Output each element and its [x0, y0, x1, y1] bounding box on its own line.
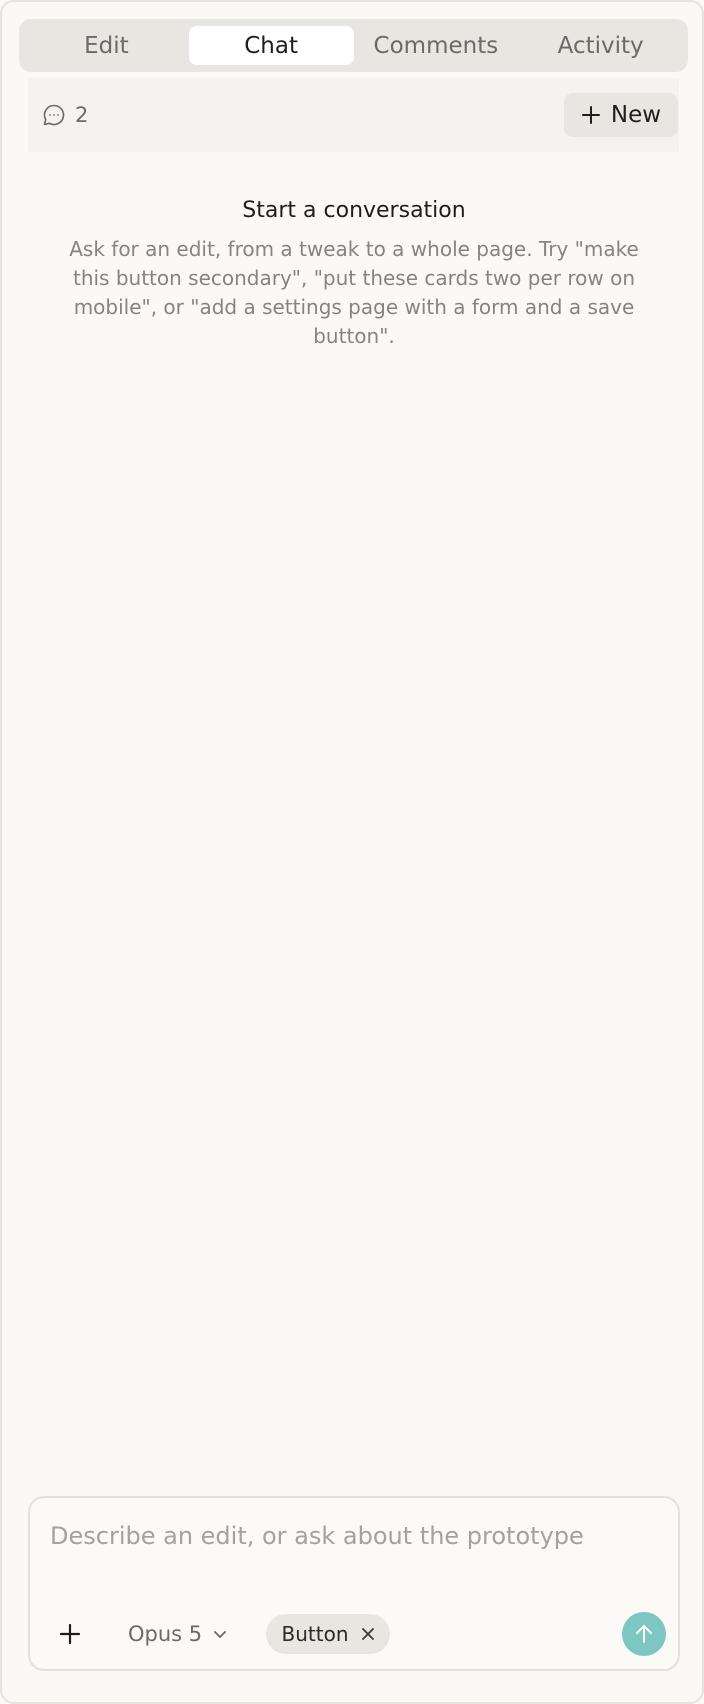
tab-edit[interactable]: Edit: [24, 26, 189, 65]
tab-activity[interactable]: Activity: [518, 26, 683, 65]
empty-state-title: Start a conversation: [242, 198, 466, 223]
conversation-header: 2 New: [28, 78, 679, 152]
new-button-label: New: [610, 102, 662, 128]
composer-toolbar: Opus 5 Button: [30, 1612, 678, 1656]
attach-button[interactable]: [52, 1616, 88, 1652]
tab-comments[interactable]: Comments: [354, 26, 519, 65]
chevron-down-icon: [212, 1626, 228, 1642]
plus-icon: [59, 1623, 81, 1645]
tab-chat[interactable]: Chat: [188, 26, 354, 65]
close-icon[interactable]: [361, 1627, 375, 1641]
model-label: Opus 5: [128, 1622, 203, 1646]
arrow-up-icon: [633, 1623, 655, 1645]
tab-bar: Edit Chat Comments Activity: [19, 19, 688, 72]
context-chip-label: Button: [281, 1622, 349, 1646]
send-button[interactable]: [622, 1612, 666, 1656]
conversation-count-value: 2: [75, 103, 89, 127]
empty-state: Start a conversation Ask for an edit, fr…: [52, 198, 656, 351]
empty-state-body: Ask for an edit, from a tweak to a whole…: [69, 237, 639, 348]
composer: Opus 5 Button: [28, 1496, 680, 1671]
speech-bubble-icon: [42, 103, 66, 127]
model-selector[interactable]: Opus 5: [128, 1616, 228, 1652]
context-chip: Button: [266, 1614, 390, 1654]
chat-panel: Edit Chat Comments Activity 2 New Start …: [0, 0, 704, 1704]
plus-icon: [581, 105, 601, 125]
new-conversation-button[interactable]: New: [564, 93, 678, 137]
message-input[interactable]: [50, 1516, 660, 1556]
conversation-count[interactable]: 2: [42, 103, 88, 127]
